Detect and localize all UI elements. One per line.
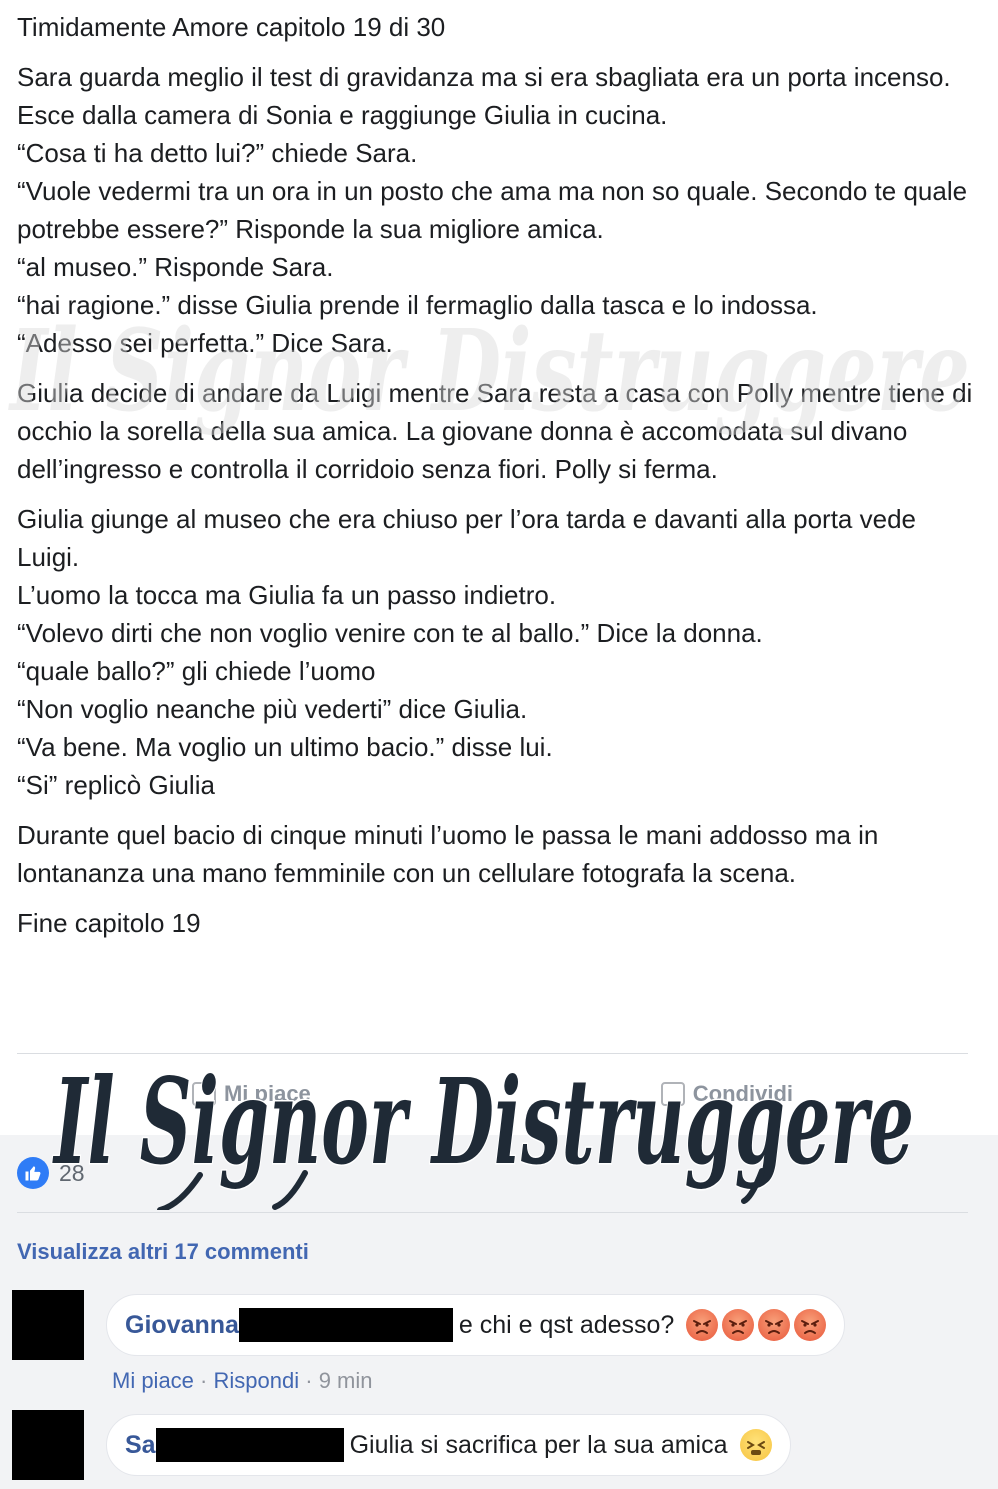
comment-author[interactable]: Sa xyxy=(125,1431,156,1460)
reactions-summary[interactable]: 28 xyxy=(17,1157,85,1189)
share-button-label: Condividi xyxy=(692,1081,793,1106)
comment-author[interactable]: Giovanna xyxy=(125,1311,239,1340)
comment-text: Giulia si sacrifica per la sua amica xyxy=(349,1430,728,1459)
meta-separator: · xyxy=(305,1368,319,1393)
like-button[interactable]: Mi piace xyxy=(191,1081,311,1107)
avatar[interactable] xyxy=(12,1290,84,1360)
post-line: “Adesso sei perfetta.” Dice Sara. xyxy=(17,328,393,358)
post-line: Fine capitolo 19 xyxy=(17,908,201,938)
post-line: “Va bene. Ma voglio un ultimo bacio.” di… xyxy=(17,732,553,762)
tired-face-icon xyxy=(739,1429,772,1461)
comment-meta: Mi piace · Rispondi · 9 min xyxy=(112,1368,372,1394)
paragraph: Fine capitolo 19 xyxy=(17,904,982,942)
angry-face-icon xyxy=(794,1309,827,1341)
redaction-bar xyxy=(155,1428,344,1462)
post-line: L’uomo la tocca ma Giulia fa un passo in… xyxy=(17,580,557,610)
view-more-comments-link[interactable]: Visualizza altri 17 commenti xyxy=(17,1239,309,1265)
reaction-count: 28 xyxy=(59,1159,85,1186)
like-button-label: Mi piace xyxy=(223,1081,311,1106)
emoji-group xyxy=(682,1309,827,1341)
share-button[interactable]: Condividi xyxy=(660,1081,793,1107)
post: Timidamente Amore capitolo 19 di 30 Sara… xyxy=(0,0,998,1135)
comment-time[interactable]: 9 min xyxy=(319,1368,373,1393)
comment-bubble: Giovanna e chi e qst adesso? xyxy=(106,1294,846,1356)
post-line: “Cosa ti ha detto lui?” chiede Sara. xyxy=(17,138,418,168)
comment-bubble: Sa Giulia si sacrifica per la sua amica xyxy=(106,1414,791,1476)
post-line: “quale ballo?” gli chiede l’uomo xyxy=(17,656,376,686)
post-body: Timidamente Amore capitolo 19 di 30 Sara… xyxy=(17,8,982,954)
actions-divider xyxy=(17,1053,968,1054)
comment-like-link[interactable]: Mi piace xyxy=(112,1368,194,1393)
angry-face-icon xyxy=(722,1309,755,1341)
thumbs-up-icon xyxy=(191,1082,216,1106)
paragraph: Durante quel bacio di cinque minuti l’uo… xyxy=(17,816,982,892)
meta-separator: · xyxy=(200,1368,214,1393)
feedback-section: 28 Visualizza altri 17 commenti Giovanna… xyxy=(0,1135,998,1489)
post-line: Giulia decide di andare da Luigi mentre … xyxy=(17,378,973,484)
post-line: “hai ragione.” disse Giulia prende il fe… xyxy=(17,290,818,320)
post-line: “al museo.” Risponde Sara. xyxy=(17,252,334,282)
angry-face-icon xyxy=(758,1309,791,1341)
paragraph: Sara guarda meglio il test di gravidanza… xyxy=(17,58,982,362)
post-line: Durante quel bacio di cinque minuti l’uo… xyxy=(17,820,879,888)
post-line: Esce dalla camera di Sonia e raggiunge G… xyxy=(17,100,668,130)
comment-text: e chi e qst adesso? xyxy=(458,1310,675,1339)
post-line: “Si” replicò Giulia xyxy=(17,770,215,800)
like-reaction-icon xyxy=(17,1157,49,1189)
feedback-divider xyxy=(17,1212,968,1213)
comment-reply-link[interactable]: Rispondi xyxy=(214,1368,300,1393)
emoji-group xyxy=(736,1429,772,1461)
paragraph: Giulia giunge al museo che era chiuso pe… xyxy=(17,500,982,804)
post-line: “Vuole vedermi tra un ora in un posto ch… xyxy=(17,176,968,244)
angry-face-icon xyxy=(686,1309,719,1341)
paragraph: Giulia decide di andare da Luigi mentre … xyxy=(17,374,982,488)
post-line: “Non voglio neanche più vederti” dice Gi… xyxy=(17,694,528,724)
avatar[interactable] xyxy=(12,1410,84,1480)
redaction-bar xyxy=(238,1308,453,1342)
post-title: Timidamente Amore capitolo 19 di 30 xyxy=(17,12,446,42)
share-icon xyxy=(660,1082,685,1106)
post-line: Sara guarda meglio il test di gravidanza… xyxy=(17,62,951,92)
post-line: “Volevo dirti che non voglio venire con … xyxy=(17,618,763,648)
post-actions: Mi piace Condividi xyxy=(17,1060,968,1128)
post-line: Giulia giunge al museo che era chiuso pe… xyxy=(17,504,916,572)
